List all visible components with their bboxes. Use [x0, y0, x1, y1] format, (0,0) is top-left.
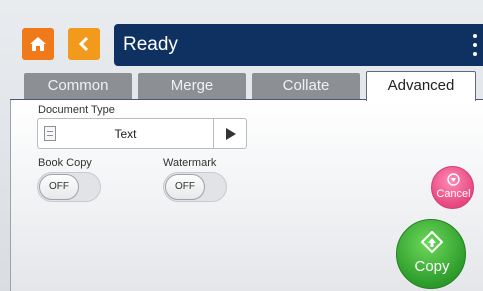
- book-copy-state: OFF: [39, 174, 79, 200]
- status-title: Ready: [123, 34, 178, 55]
- tab-merge[interactable]: Merge: [138, 73, 246, 99]
- document-type-arrow-button[interactable]: [213, 119, 246, 148]
- watermark-toggle[interactable]: OFF: [163, 172, 227, 202]
- book-copy-label: Book Copy: [38, 157, 92, 169]
- copy-label: Copy: [414, 258, 450, 275]
- tab-common[interactable]: Common: [24, 73, 132, 99]
- document-type-value: Text: [114, 127, 137, 141]
- status-bar: Ready: [114, 24, 483, 66]
- copy-button[interactable]: Copy: [396, 219, 466, 289]
- watermark-label: Watermark: [163, 157, 217, 169]
- back-button[interactable]: [68, 28, 100, 60]
- chevron-left-icon: [78, 37, 89, 51]
- document-type-label: Document Type: [38, 104, 115, 116]
- stop-icon: [447, 173, 460, 186]
- tab-advanced[interactable]: Advanced: [366, 71, 476, 101]
- play-arrow-icon: [225, 127, 236, 140]
- home-button[interactable]: [22, 28, 54, 60]
- cancel-button[interactable]: Cancel: [431, 166, 474, 209]
- watermark-state: OFF: [165, 174, 205, 200]
- home-icon: [30, 37, 46, 51]
- cancel-label: Cancel: [436, 188, 471, 200]
- kebab-menu-icon[interactable]: [473, 34, 477, 56]
- start-icon: [421, 231, 443, 253]
- document-type-select[interactable]: Text: [37, 118, 247, 149]
- book-copy-toggle[interactable]: OFF: [37, 172, 101, 202]
- copy-screen: Ready Common Merge Collate Advanced Docu…: [0, 0, 483, 291]
- tab-collate[interactable]: Collate: [252, 73, 360, 99]
